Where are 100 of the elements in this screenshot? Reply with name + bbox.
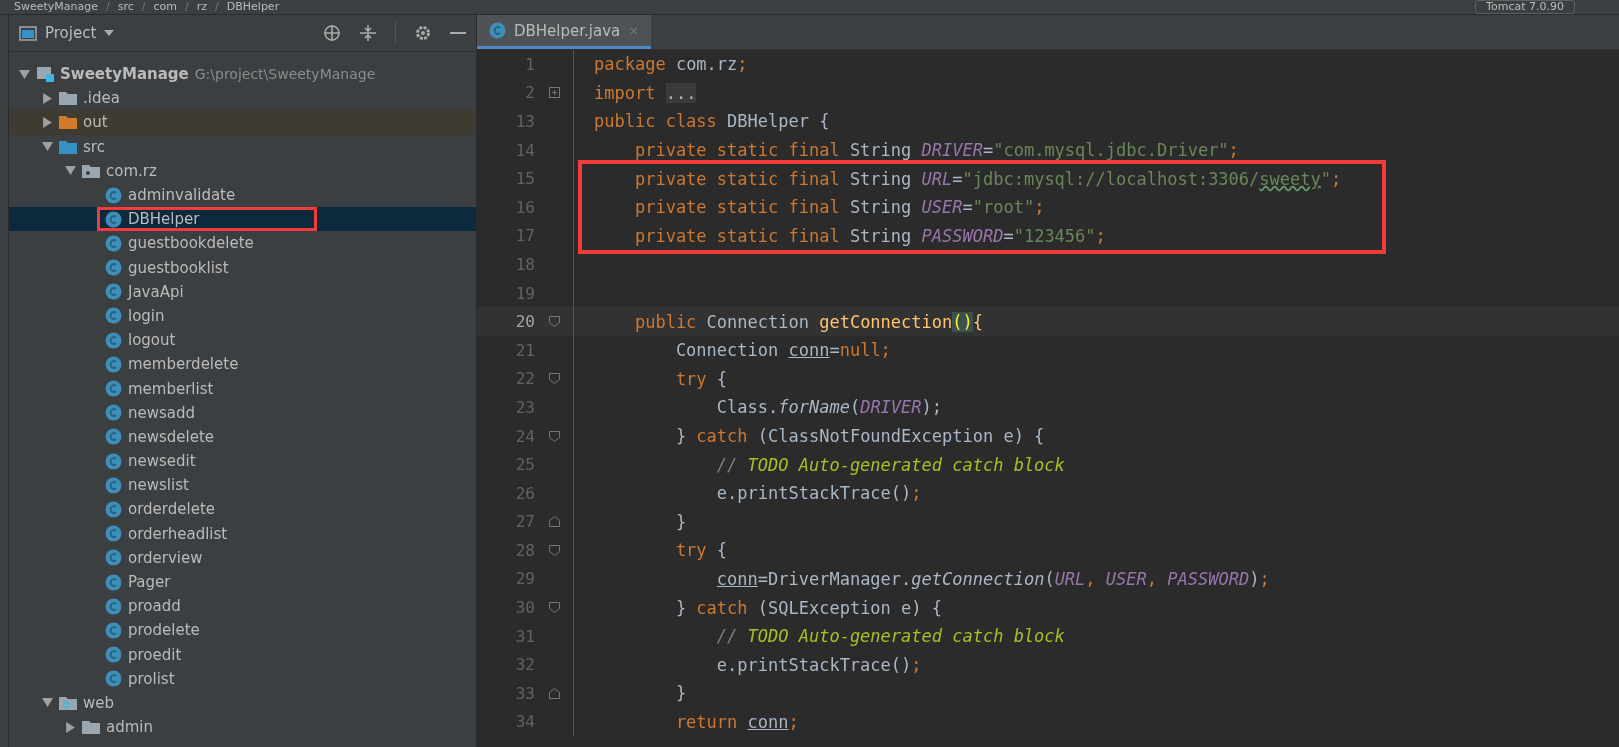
project-view-dropdown[interactable]: Project xyxy=(19,24,115,42)
class-icon xyxy=(105,646,122,664)
breadcrumb[interactable]: SweetyManage xyxy=(14,0,99,14)
tree-item[interactable]: out xyxy=(9,110,476,135)
collapsed-arrow-icon[interactable] xyxy=(42,92,53,104)
folder-icon xyxy=(59,115,77,130)
expanded-arrow-icon[interactable] xyxy=(19,68,30,80)
tree-item[interactable]: guestbooklist xyxy=(9,255,476,280)
line-number: 23 xyxy=(514,397,535,417)
tree-item[interactable]: logout xyxy=(9,328,476,353)
tree-item-label: adminvalidate xyxy=(128,186,236,205)
collapse-fold-icon[interactable] xyxy=(548,316,560,328)
tree-item[interactable]: orderdelete xyxy=(9,497,476,522)
tree-item[interactable]: newsadd xyxy=(9,400,476,425)
class-icon xyxy=(105,259,122,277)
tree-item[interactable]: guestbookdelete xyxy=(9,231,476,256)
breadcrumb-separator: / xyxy=(106,0,110,14)
collapse-fold-icon[interactable] xyxy=(548,430,560,442)
line-number: 24 xyxy=(514,426,535,446)
line-number: 17 xyxy=(514,226,535,246)
tree-item-label: src xyxy=(83,137,105,156)
class-icon xyxy=(105,380,122,398)
project-path: G:\project\SweetyManage xyxy=(194,66,376,83)
collapse-fold-icon[interactable] xyxy=(548,544,560,556)
line-number: 32 xyxy=(514,655,535,675)
tree-item[interactable]: newsedit xyxy=(9,449,476,474)
tree-item-label: newsdelete xyxy=(128,427,215,446)
tree-item[interactable]: web xyxy=(9,690,476,716)
tree-item[interactable]: newsdelete xyxy=(9,424,476,449)
tree-item[interactable]: JavaApi xyxy=(9,279,476,304)
settings-icon[interactable] xyxy=(414,24,432,42)
class-icon xyxy=(105,573,122,591)
tree-item-label: newsedit xyxy=(128,452,196,471)
locate-icon[interactable] xyxy=(323,24,341,42)
tree-item[interactable]: memberdelete xyxy=(9,352,476,377)
breadcrumb[interactable]: DBHelper xyxy=(226,0,280,14)
code-line: } catch (SQLException e) { xyxy=(674,597,942,618)
editor-tab[interactable]: DBHelper.java × xyxy=(477,15,652,49)
tree-item[interactable]: orderheadlist xyxy=(9,521,476,546)
class-icon xyxy=(105,283,122,301)
tree-item[interactable]: Pager xyxy=(9,569,476,595)
tree-item[interactable]: prolist xyxy=(9,666,476,691)
line-number: 15 xyxy=(514,169,535,189)
tree-item-label: DBHelper xyxy=(128,210,200,229)
collapse-all-icon[interactable] xyxy=(359,24,377,42)
expanded-arrow-icon[interactable] xyxy=(42,141,53,153)
tree-item[interactable]: newslist xyxy=(9,473,476,498)
line-number: 26 xyxy=(514,483,535,503)
tree-item[interactable]: SweetyManage G:\project\SweetyManage xyxy=(9,62,476,87)
tree-item-label: out xyxy=(83,113,108,132)
tree-item[interactable]: com.rz xyxy=(9,158,476,183)
breadcrumb[interactable]: src xyxy=(117,0,134,14)
tree-item-label: Pager xyxy=(128,573,171,592)
code-line: private static final String DRIVER="com.mysql.jdbc.Driver"; xyxy=(633,140,1239,161)
breadcrumb[interactable]: com xyxy=(153,0,178,14)
project-window-icon xyxy=(19,25,37,41)
code-line: return conn; xyxy=(674,711,799,732)
code-line: package com.rz; xyxy=(594,54,748,75)
collapsed-arrow-icon[interactable] xyxy=(65,721,76,733)
tree-item[interactable]: proadd xyxy=(9,594,476,619)
tree-item[interactable]: .idea xyxy=(9,86,476,111)
class-icon xyxy=(105,549,122,567)
collapse-fold-icon[interactable] xyxy=(548,373,560,385)
line-number: 22 xyxy=(514,369,535,389)
collapsed-arrow-icon[interactable] xyxy=(42,116,53,128)
code-line: } xyxy=(674,683,687,704)
tree-item[interactable]: login xyxy=(9,303,476,329)
tree-item[interactable]: admin xyxy=(9,715,476,740)
tree-item[interactable]: adminvalidate xyxy=(9,182,476,208)
line-number: 18 xyxy=(514,254,535,274)
expanded-arrow-icon[interactable] xyxy=(65,165,76,177)
line-number: 33 xyxy=(514,683,535,703)
tree-item[interactable]: proedit xyxy=(9,642,476,667)
expand-fold-icon[interactable] xyxy=(548,87,560,99)
tree-item[interactable]: src xyxy=(9,134,476,159)
line-number: 30 xyxy=(514,598,535,618)
tree-item[interactable]: orderview xyxy=(9,545,476,570)
tree-item[interactable]: memberlist xyxy=(9,376,476,401)
line-number: 28 xyxy=(514,540,535,560)
fold-end-icon[interactable] xyxy=(548,687,560,699)
line-number: 14 xyxy=(514,140,535,160)
code-line: conn=DriverManager.getConnection(URL, USER, PASSWORD); xyxy=(715,569,1270,589)
breadcrumb[interactable]: rz xyxy=(196,0,208,14)
tree-item-label: guestbooklist xyxy=(128,258,229,277)
class-icon xyxy=(105,500,122,518)
expanded-arrow-icon[interactable] xyxy=(42,697,53,709)
tree-item[interactable]: prodelete xyxy=(9,618,476,643)
fold-end-icon[interactable] xyxy=(548,516,560,528)
line-number: 31 xyxy=(514,626,535,646)
run-configuration-dropdown[interactable]: Tomcat 7.0.90 xyxy=(1475,0,1575,14)
minimize-icon[interactable] xyxy=(450,31,466,35)
caret-icon xyxy=(104,30,115,36)
class-icon xyxy=(105,621,122,639)
tree-item[interactable]: DBHelper xyxy=(9,207,476,232)
class-icon xyxy=(105,525,122,543)
tree-item-label: newslist xyxy=(128,476,189,495)
line-number: 16 xyxy=(514,197,535,217)
collapse-fold-icon[interactable] xyxy=(548,602,560,614)
code-line: e.printStackTrace(); xyxy=(715,483,922,504)
line-number: 25 xyxy=(514,455,535,475)
